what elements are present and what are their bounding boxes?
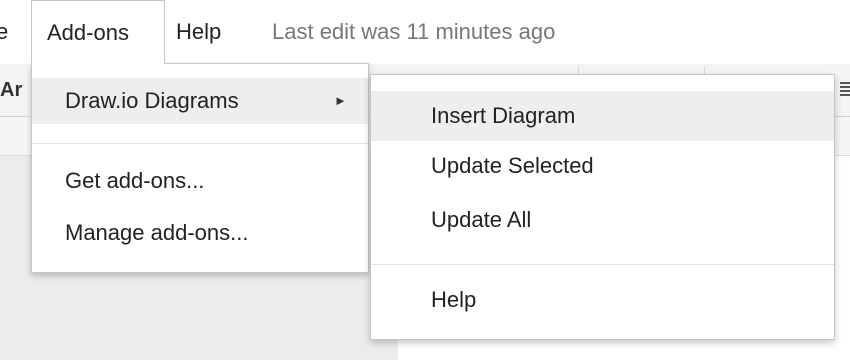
menu-item-label: Manage add-ons... xyxy=(65,220,249,245)
menu-item-label: Insert Diagram xyxy=(431,103,576,128)
menu-item-update-all[interactable]: Update All xyxy=(371,195,834,245)
menu-help[interactable]: Help xyxy=(176,0,221,64)
submenu-arrow-icon: ► xyxy=(334,93,347,108)
menu-addons[interactable]: Add-ons xyxy=(31,0,165,64)
menu-item-partial[interactable]: e xyxy=(0,0,8,64)
menu-item-help[interactable]: Help xyxy=(371,275,834,325)
menu-item-insert-diagram[interactable]: Insert Diagram xyxy=(371,91,834,141)
menubar: e Add-ons Help Last edit was 11 minutes … xyxy=(0,0,850,64)
menu-item-label: Update All xyxy=(431,207,532,232)
last-edit-status[interactable]: Last edit was 11 minutes ago xyxy=(272,0,555,64)
menu-item-update-selected[interactable]: Update Selected xyxy=(371,141,834,191)
menu-item-label: Update Selected xyxy=(431,153,594,178)
menu-item-get-addons[interactable]: Get add-ons... xyxy=(32,158,368,204)
font-name-fragment[interactable]: Ar xyxy=(0,64,22,116)
align-justify-icon[interactable] xyxy=(840,82,850,96)
menu-item-drawio-diagrams[interactable]: Draw.io Diagrams ► xyxy=(32,78,368,124)
menu-item-label: Draw.io Diagrams xyxy=(65,88,239,113)
addons-dropdown: Draw.io Diagrams ► Get add-ons... Manage… xyxy=(31,63,369,273)
menu-separator xyxy=(371,264,834,265)
drawio-submenu: Insert Diagram Update Selected Update Al… xyxy=(370,74,835,340)
menu-separator xyxy=(32,143,368,144)
menu-item-manage-addons[interactable]: Manage add-ons... xyxy=(32,210,368,256)
menu-item-label: Help xyxy=(431,287,477,312)
menu-item-label: Get add-ons... xyxy=(65,168,205,193)
